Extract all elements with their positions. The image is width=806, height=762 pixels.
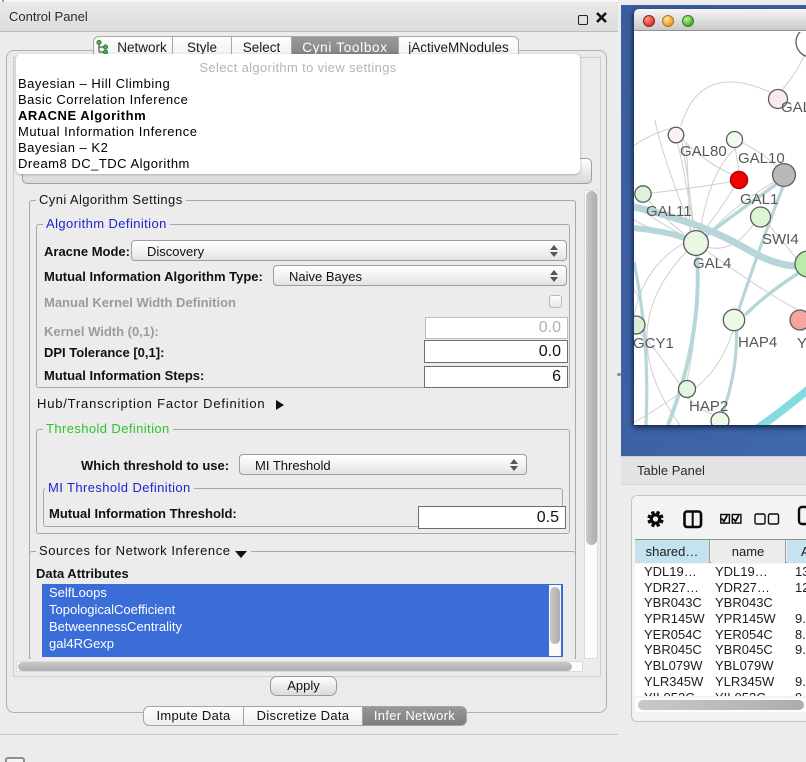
- svg-text:GAL10: GAL10: [738, 150, 785, 167]
- svg-text:GAL11: GAL11: [646, 203, 692, 220]
- svg-text:GCY1: GCY1: [634, 335, 674, 352]
- svg-text:GAL7: GAL7: [781, 99, 806, 116]
- svg-text:GAL1: GAL1: [740, 191, 778, 208]
- svg-text:HAP2: HAP2: [689, 398, 728, 415]
- svg-text:GAL4: GAL4: [693, 255, 731, 272]
- svg-text:HAP4: HAP4: [738, 334, 777, 351]
- svg-text:SWI4: SWI4: [762, 231, 799, 248]
- svg-text:GAL80: GAL80: [680, 143, 727, 160]
- svg-text:Y: Y: [797, 335, 806, 352]
